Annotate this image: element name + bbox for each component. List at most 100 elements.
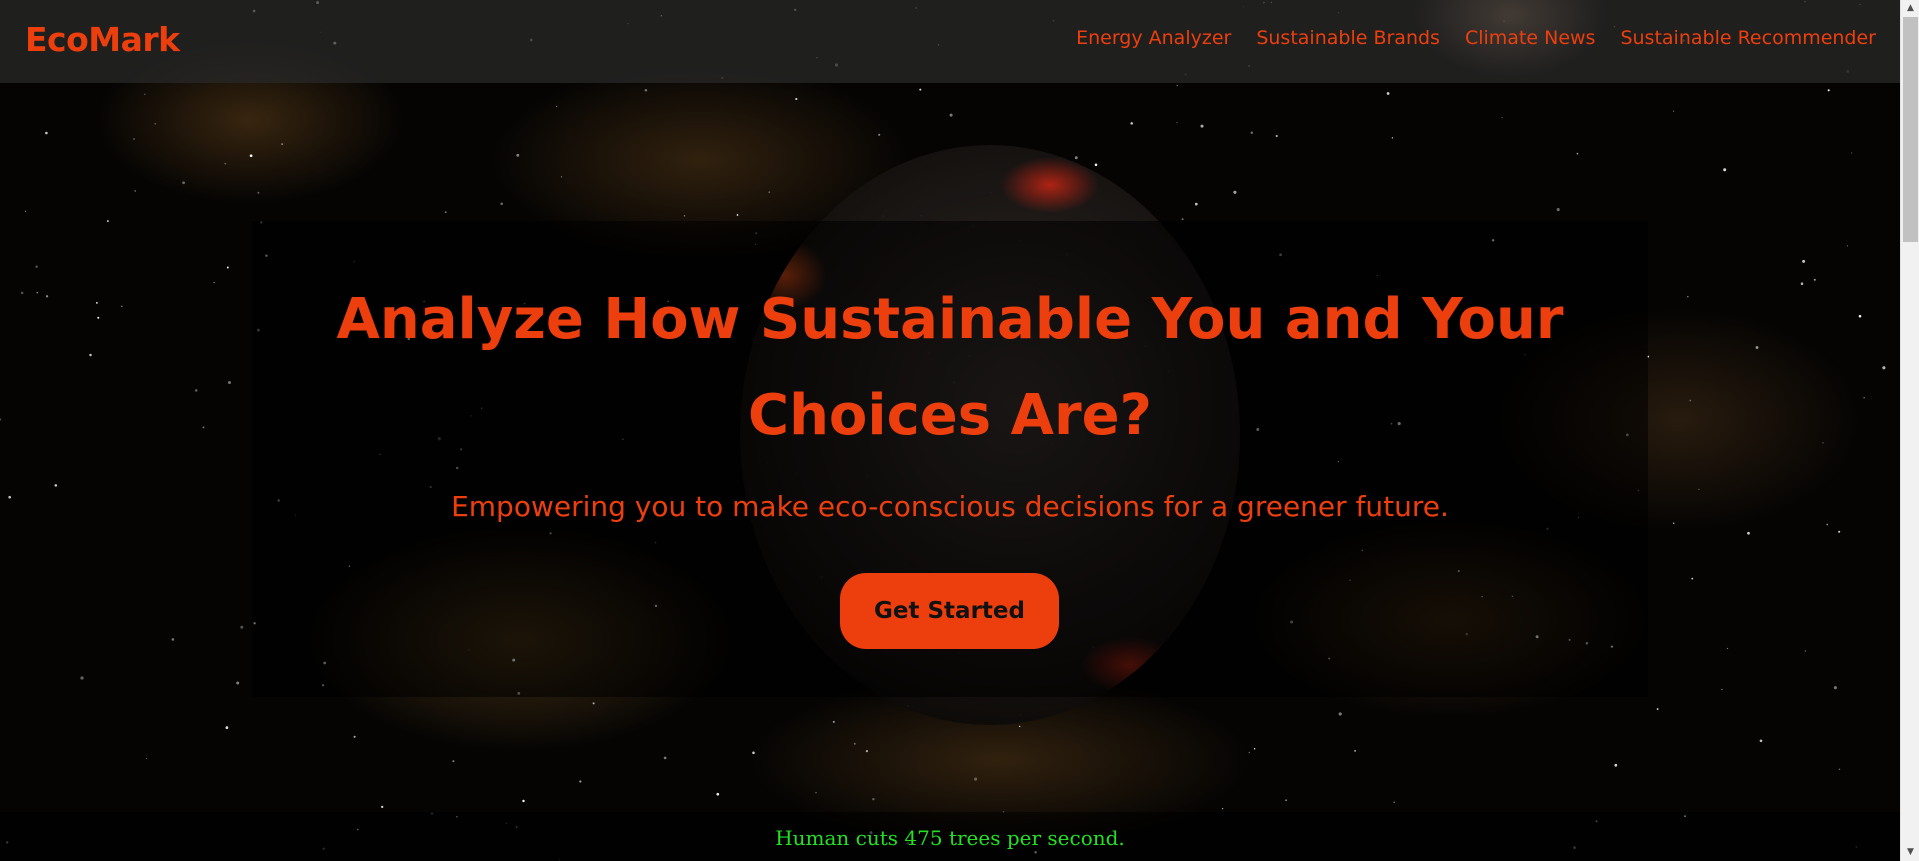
star bbox=[1556, 208, 1560, 212]
star bbox=[522, 799, 525, 803]
star bbox=[20, 291, 24, 295]
star bbox=[1838, 530, 1841, 533]
star bbox=[1391, 137, 1394, 139]
nav-link-sustainable-recommender[interactable]: Sustainable Recommender bbox=[1620, 27, 1876, 49]
star bbox=[865, 749, 869, 753]
star bbox=[226, 266, 229, 269]
star bbox=[815, 792, 817, 794]
star bbox=[1338, 712, 1342, 716]
star bbox=[1800, 282, 1804, 285]
star bbox=[1233, 190, 1237, 194]
star bbox=[224, 162, 227, 165]
star bbox=[832, 720, 835, 723]
star bbox=[182, 181, 185, 185]
star bbox=[144, 93, 146, 96]
star bbox=[592, 702, 595, 705]
star bbox=[500, 202, 504, 206]
star bbox=[444, 211, 447, 214]
star bbox=[853, 742, 856, 745]
star bbox=[1248, 751, 1251, 754]
star bbox=[1755, 346, 1759, 349]
star bbox=[752, 751, 755, 755]
hero-background: EcoMark Energy Analyzer Sustainable Bran… bbox=[0, 0, 1900, 861]
star bbox=[1802, 259, 1806, 263]
star bbox=[202, 426, 205, 429]
star bbox=[1721, 688, 1723, 691]
tree-fact-text: Human cuts 475 trees per second. bbox=[775, 826, 1125, 850]
star bbox=[878, 133, 881, 136]
nav-link-sustainable-brands[interactable]: Sustainable Brands bbox=[1256, 27, 1440, 49]
star bbox=[1275, 134, 1278, 138]
star bbox=[1253, 747, 1256, 750]
star bbox=[1726, 647, 1729, 650]
star bbox=[872, 797, 875, 801]
nav-link-energy-analyzer[interactable]: Energy Analyzer bbox=[1076, 27, 1231, 49]
star bbox=[1176, 122, 1178, 124]
star bbox=[1285, 799, 1287, 801]
star bbox=[1074, 156, 1078, 160]
star bbox=[1250, 131, 1254, 134]
star bbox=[1838, 768, 1841, 771]
star bbox=[716, 792, 720, 796]
star bbox=[353, 735, 356, 738]
star bbox=[1018, 725, 1021, 728]
get-started-button[interactable]: Get Started bbox=[840, 573, 1059, 649]
page-scrollbar[interactable]: ▲ ▼ bbox=[1900, 0, 1919, 861]
star bbox=[249, 154, 253, 158]
star bbox=[768, 191, 771, 194]
star bbox=[452, 760, 455, 763]
logo[interactable]: EcoMark bbox=[25, 20, 180, 59]
star bbox=[1200, 124, 1204, 128]
star bbox=[1393, 801, 1395, 803]
star bbox=[45, 295, 49, 298]
star bbox=[236, 681, 240, 685]
scroll-up-icon[interactable]: ▲ bbox=[1901, 0, 1919, 17]
star bbox=[133, 138, 135, 140]
scroll-down-icon[interactable]: ▼ bbox=[1901, 844, 1919, 861]
star bbox=[1863, 397, 1865, 399]
star bbox=[1194, 202, 1198, 206]
star bbox=[194, 389, 198, 392]
scrollbar-thumb[interactable] bbox=[1903, 17, 1918, 242]
star bbox=[1804, 650, 1806, 652]
star bbox=[555, 105, 558, 108]
star bbox=[1673, 522, 1675, 524]
star bbox=[1386, 92, 1390, 95]
hero-subtitle: Empowering you to make eco-conscious dec… bbox=[451, 490, 1449, 523]
nav-link-climate-news[interactable]: Climate News bbox=[1465, 27, 1596, 49]
star bbox=[1222, 808, 1224, 810]
star bbox=[106, 220, 109, 223]
star bbox=[1833, 686, 1837, 690]
star bbox=[225, 726, 229, 730]
star bbox=[516, 153, 520, 157]
star bbox=[1822, 442, 1824, 444]
star bbox=[146, 758, 148, 760]
star bbox=[154, 123, 156, 125]
star bbox=[1094, 163, 1098, 167]
star bbox=[1614, 763, 1618, 767]
star bbox=[1576, 152, 1579, 155]
star bbox=[35, 265, 38, 268]
star bbox=[281, 143, 283, 145]
star bbox=[1827, 89, 1830, 92]
hero-title: Analyze How Sustainable You and Your Cho… bbox=[336, 287, 1564, 448]
star bbox=[381, 805, 384, 809]
star bbox=[89, 353, 92, 357]
star bbox=[1698, 488, 1700, 490]
star bbox=[1813, 278, 1816, 281]
star bbox=[1691, 577, 1694, 580]
star bbox=[663, 756, 667, 760]
star bbox=[561, 176, 563, 178]
star bbox=[1723, 168, 1727, 172]
navbar: EcoMark Energy Analyzer Sustainable Bran… bbox=[0, 0, 1900, 83]
star bbox=[1501, 117, 1503, 119]
star bbox=[45, 131, 48, 135]
star bbox=[134, 190, 136, 192]
star bbox=[683, 215, 686, 217]
nav-links: Energy Analyzer Sustainable Brands Clima… bbox=[1076, 27, 1876, 49]
star bbox=[54, 484, 58, 487]
star bbox=[1181, 218, 1184, 221]
star bbox=[949, 113, 953, 117]
star bbox=[1687, 295, 1689, 298]
star bbox=[1846, 245, 1849, 247]
